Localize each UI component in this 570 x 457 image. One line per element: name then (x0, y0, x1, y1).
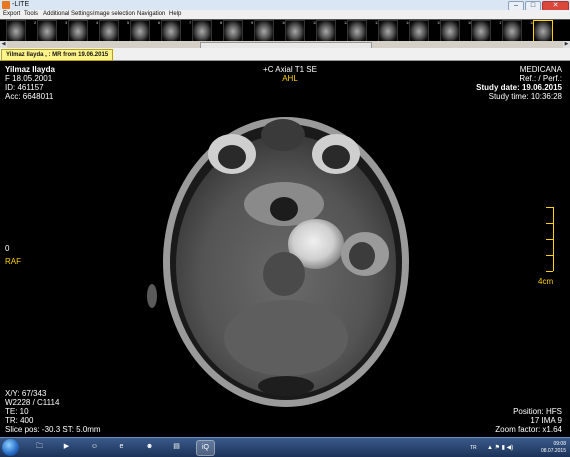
scale-tick (546, 207, 553, 208)
series-thumbnail[interactable] (6, 20, 26, 43)
taskbar: 🗀 ▶ ☺ e ☻ ▤ iQ TR ▲ ⚑ ▮ ◀) 09:08 08.07.2… (0, 437, 570, 457)
menu-export[interactable]: Export (3, 10, 20, 19)
thumbnail-number: 4 (96, 20, 99, 25)
clock-date[interactable]: 08.07.2015 (530, 448, 566, 454)
institution-name: MEDICANA (519, 65, 562, 74)
series-description: +C Axial T1 SE (263, 65, 317, 74)
tab-bar: Yilmaz Ilayda , : MR from 19.06.2015 (0, 48, 570, 61)
thumbnail-number: 7 (189, 20, 192, 25)
study-tab[interactable]: Yilmaz Ilayda , : MR from 19.06.2015 (1, 49, 114, 61)
thumbnail-number: 6 (158, 20, 161, 25)
scale-tick (546, 271, 553, 272)
series-thumbnail[interactable] (130, 20, 150, 43)
patient-sex-dob: F 18.05.2001 (5, 74, 53, 83)
start-button[interactable] (2, 439, 19, 456)
thumbnail-number: 2 (34, 20, 37, 25)
window-level: W2228 / C1114 (5, 398, 60, 407)
mri-image (147, 117, 409, 407)
series-thumbnail[interactable] (440, 20, 460, 43)
chat-icon[interactable]: ☺ (86, 440, 103, 454)
left-value: 0 (5, 244, 10, 253)
series-thumbnail[interactable] (192, 20, 212, 43)
patient-position: Position: HFS (513, 407, 562, 416)
series-thumbnail[interactable] (161, 20, 181, 43)
window-title: -LITE (12, 1, 30, 8)
series-thumbnail[interactable] (409, 20, 429, 43)
accession-number: Acc: 6648011 (5, 92, 54, 101)
series-thumbnail[interactable] (378, 20, 398, 43)
menu-bar: Export Tools Additional Settings Image s… (0, 10, 570, 19)
menu-navigation[interactable]: Navigation (137, 10, 165, 19)
study-date: Study date: 19.06.2015 (476, 83, 562, 92)
series-thumbnail[interactable] (68, 20, 88, 43)
menu-tools[interactable]: Tools (24, 10, 38, 19)
clock-time[interactable]: 09:08 (530, 441, 566, 447)
thumbnail-number: 9 (251, 20, 254, 25)
echo-time: TE: 10 (5, 407, 29, 416)
chart-app-icon[interactable]: ▤ (168, 440, 185, 454)
image-number: 17 IMA 9 (530, 416, 562, 425)
tab-label: Yilmaz Ilayda , : MR from 19.06.2015 (6, 52, 109, 58)
series-thumbnail[interactable] (347, 20, 367, 43)
scale-tick (546, 239, 553, 240)
thumbnail-number: 8 (220, 20, 223, 25)
scale-tick (546, 255, 553, 256)
repetition-time: TR: 400 (5, 416, 34, 425)
zoom-factor: Zoom factor: x1.64 (495, 425, 562, 434)
tray-icons[interactable]: ▲ ⚑ ▮ ◀) (487, 445, 513, 451)
series-thumbnail[interactable] (285, 20, 305, 43)
media-player-icon[interactable]: ▶ (58, 440, 75, 454)
dicom-viewer-icon[interactable]: iQ (196, 440, 215, 456)
menu-image-selection[interactable]: Image selection (93, 10, 135, 19)
user-app-icon[interactable]: ☻ (141, 440, 158, 454)
scale-tick (546, 223, 553, 224)
browser-icon[interactable]: e (113, 440, 130, 454)
folder-icon[interactable]: 🗀 (31, 440, 48, 454)
scale-bar (553, 207, 554, 271)
series-thumbnail[interactable] (316, 20, 336, 43)
scroll-left-icon[interactable]: ◀ (0, 41, 7, 48)
image-viewer[interactable]: Yilmaz Ilayda F 18.05.2001 ID: 461157 Ac… (0, 61, 570, 437)
thumbnail-scrollbar[interactable]: ◀ ▶ (0, 41, 570, 49)
scale-label: 4cm (538, 277, 554, 286)
series-thumbnail[interactable] (37, 20, 57, 43)
scroll-right-icon[interactable]: ▶ (563, 41, 570, 48)
thumbnail-number: 3 (65, 20, 68, 25)
orientation-left: RAF (5, 257, 21, 266)
thumbnail-number: 5 (127, 20, 130, 25)
series-thumbnail[interactable] (533, 20, 553, 43)
referring-physician: Ref.: / Perf.: (519, 74, 562, 83)
patient-id: ID: 461157 (5, 83, 44, 92)
series-thumbnail[interactable] (471, 20, 491, 43)
orientation-top: AHL (282, 74, 298, 83)
series-thumbnail[interactable] (99, 20, 119, 43)
study-time: Study time: 10:36:28 (488, 92, 562, 101)
language-indicator[interactable]: TR (470, 445, 477, 451)
menu-help[interactable]: Help (169, 10, 181, 19)
patient-name: Yilmaz Ilayda (5, 65, 55, 74)
series-thumbnail[interactable] (254, 20, 274, 43)
slice-position: Slice pos: -30.3 ST: 5.0mm (5, 425, 101, 434)
menu-additional-settings[interactable]: Additional Settings (43, 10, 93, 19)
cursor-xy: X/Y: 67/343 (5, 389, 47, 398)
series-thumbnail[interactable] (223, 20, 243, 43)
app-icon (2, 1, 10, 9)
series-thumbnail[interactable] (502, 20, 522, 43)
